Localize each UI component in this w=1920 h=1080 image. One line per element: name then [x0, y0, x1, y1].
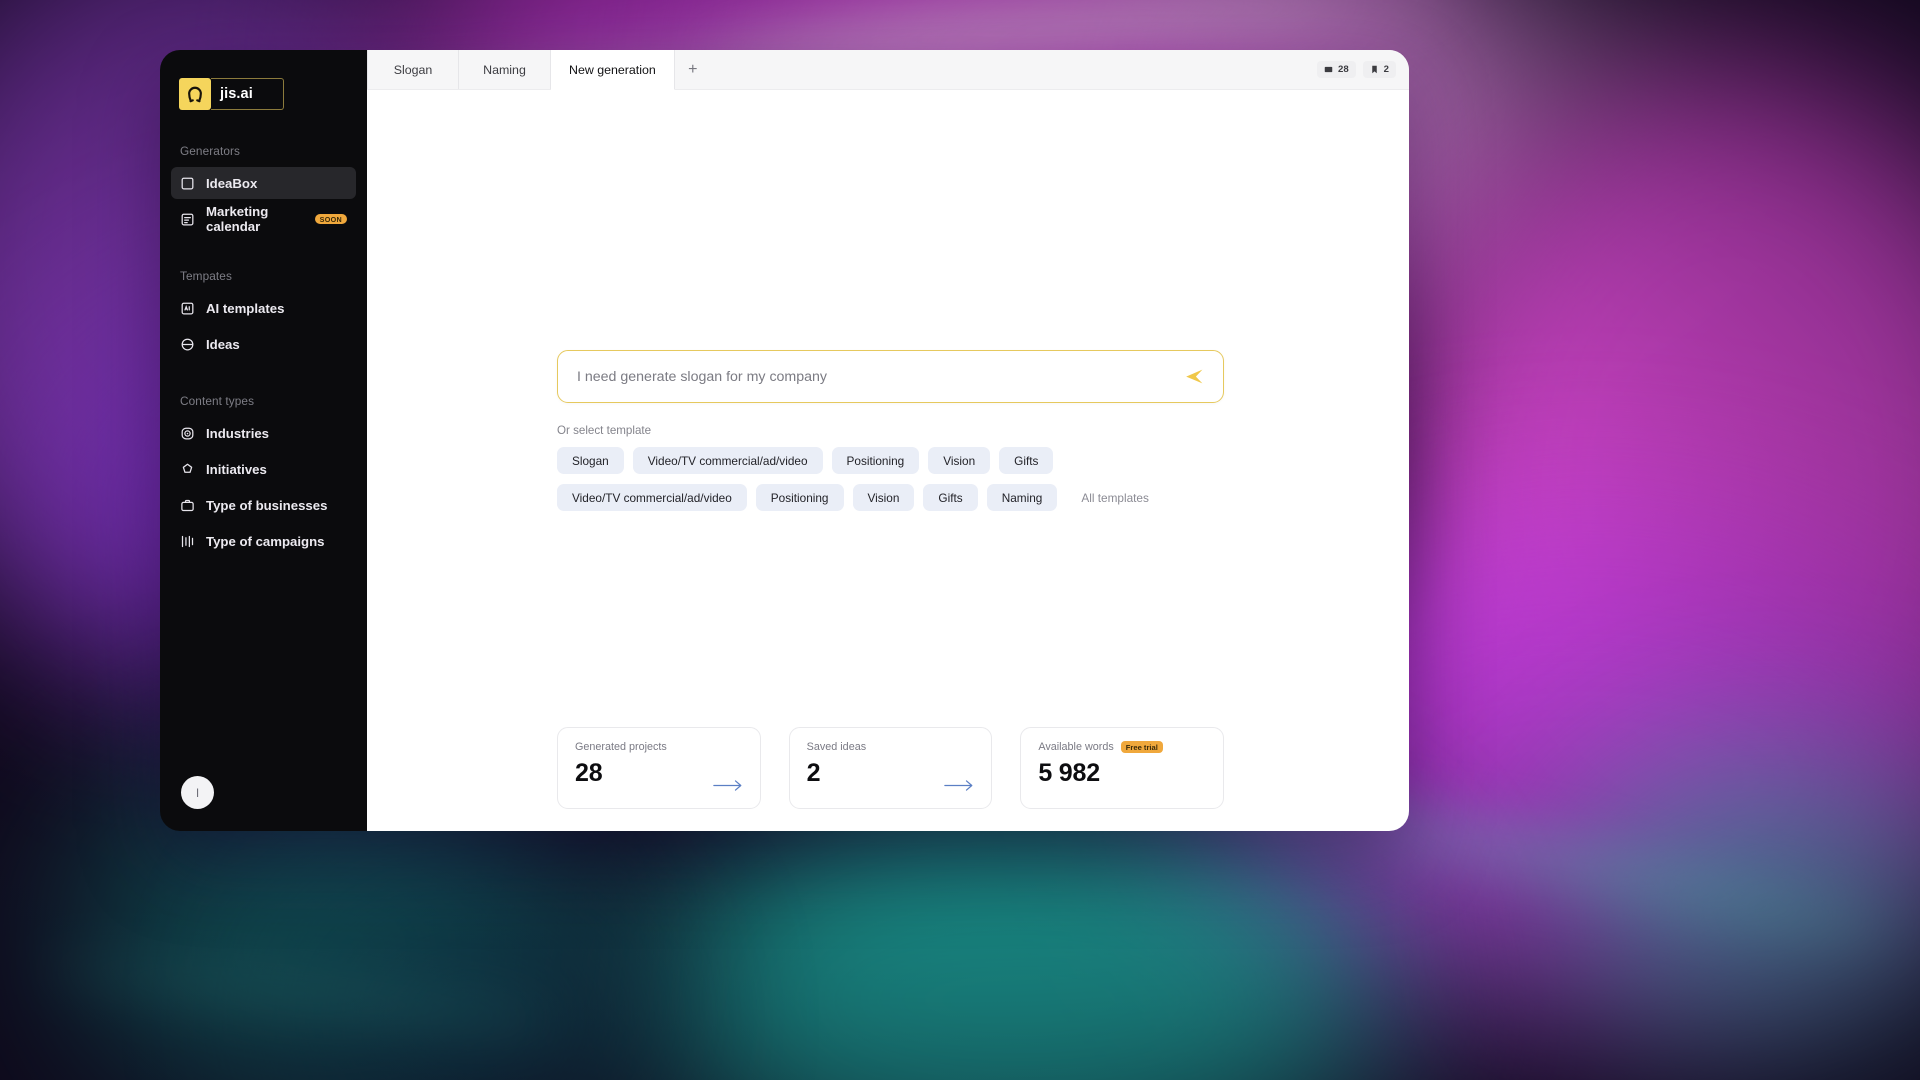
- template-chip[interactable]: Gifts: [999, 447, 1054, 474]
- template-chip-label: Positioning: [846, 453, 905, 468]
- square-icon: [180, 176, 195, 191]
- stat-card-generated-projects[interactable]: Generated projects 28: [557, 727, 761, 809]
- arrow-right-icon[interactable]: [712, 779, 743, 792]
- half-circle-icon: [180, 337, 195, 352]
- nav-group-label-generators: Generators: [180, 144, 241, 158]
- template-chip-label: Gifts: [1014, 453, 1039, 468]
- projects-count-chip[interactable]: 28: [1316, 61, 1356, 78]
- template-chip[interactable]: Slogan: [557, 447, 624, 474]
- all-templates-button[interactable]: All templates: [1066, 484, 1164, 511]
- sidebar-item-label: Industries: [206, 425, 270, 441]
- tab-bar: Slogan Naming New generation + 28 2: [367, 50, 1409, 90]
- stat-card-available-words[interactable]: Available words Free trial 5 982: [1020, 727, 1225, 809]
- sidebar-item-label: Marketing calendar: [206, 204, 269, 234]
- calendar-list-icon: [180, 212, 195, 227]
- ai-card-icon: [180, 301, 195, 316]
- sidebar-item-type-of-campaigns[interactable]: Type of campaigns: [171, 525, 356, 557]
- sidebar-item-label: Ideas: [206, 336, 240, 352]
- template-chip-label: Positioning: [770, 490, 829, 505]
- stat-card-label: Available words: [1038, 741, 1114, 754]
- tab-slogan[interactable]: Slogan: [367, 50, 459, 89]
- template-chip-label: Vision: [867, 490, 900, 505]
- all-templates-label: All templates: [1081, 490, 1149, 505]
- tab-label: Slogan: [393, 62, 433, 77]
- stat-card-value: 5 982: [1038, 759, 1100, 788]
- send-button[interactable]: [1181, 364, 1207, 390]
- template-chip[interactable]: Naming: [986, 484, 1058, 511]
- nav-group-label-tempates: Tempates: [180, 269, 232, 283]
- template-chip[interactable]: Positioning: [831, 447, 920, 474]
- sidebar-item-label: AI templates: [206, 300, 285, 316]
- main-panel: Slogan Naming New generation + 28 2 I ne…: [367, 50, 1409, 831]
- saved-ideas-chip[interactable]: 2: [1362, 61, 1396, 78]
- tab-label: New generation: [569, 62, 656, 77]
- layout-columns-icon: [180, 534, 195, 549]
- brand-logo[interactable]: jis.ai: [179, 78, 284, 110]
- send-arrow-icon: [1184, 366, 1205, 387]
- or-select-template-label: Or select template: [557, 424, 652, 437]
- template-chip-label: Slogan: [572, 453, 609, 468]
- template-chip[interactable]: Video/TV commercial/ad/video: [557, 484, 747, 511]
- projects-count: 28: [1337, 64, 1349, 75]
- soon-badge: SOON: [314, 213, 347, 225]
- stat-card-header: Generated projects: [575, 741, 743, 753]
- atom-icon: [180, 426, 195, 441]
- avatar-initial: I: [195, 785, 200, 800]
- add-tab-button[interactable]: +: [675, 50, 711, 89]
- briefcase-icon: [180, 498, 195, 513]
- template-chip-label: Vision: [943, 453, 976, 468]
- sidebar-item-ideas[interactable]: Ideas: [171, 328, 356, 360]
- template-chip-row-1: Slogan Video/TV commercial/ad/video Posi…: [557, 447, 1224, 474]
- template-chip-label: Naming: [1001, 490, 1043, 505]
- stat-card-saved-ideas[interactable]: Saved ideas 2: [788, 727, 993, 809]
- sidebar-item-ai-templates[interactable]: AI templates: [171, 292, 356, 324]
- sidebar-item-label: Type of campaigns: [206, 533, 325, 549]
- sidebar-item-label: IdeaBox: [206, 175, 258, 191]
- template-chip-label: Video/TV commercial/ad/video: [647, 453, 808, 468]
- stat-card-label: Saved ideas: [806, 741, 867, 753]
- template-chip[interactable]: Positioning: [755, 484, 844, 511]
- stat-card-header: Available words Free trial: [1038, 741, 1206, 754]
- template-chip-label: Gifts: [938, 490, 963, 505]
- prompt-input[interactable]: [577, 368, 1181, 385]
- tab-label: Naming: [483, 62, 526, 77]
- bookmark-icon: [1370, 65, 1379, 74]
- sidebar-item-marketing-calendar[interactable]: Marketing calendar SOON: [171, 203, 356, 235]
- star-outline-icon: [180, 462, 195, 477]
- sidebar-item-label: Initiatives: [206, 461, 267, 477]
- tab-bar-stats: 28 2: [1316, 50, 1409, 89]
- app-window: jis.ai Generators IdeaBox Marketing cale…: [160, 50, 1409, 831]
- nav-group-label-content-types: Content types: [180, 394, 255, 408]
- stats-row: Generated projects 28 Saved ideas 2 Avai…: [557, 727, 1225, 809]
- horseshoe-icon: [179, 78, 211, 110]
- sidebar-item-label: Type of businesses: [206, 497, 328, 513]
- prompt-box[interactable]: [557, 350, 1224, 403]
- sidebar-item-type-of-businesses[interactable]: Type of businesses: [171, 489, 356, 521]
- content-area: Or select template Slogan Video/TV comme…: [367, 90, 1409, 831]
- arrow-right-icon[interactable]: [944, 779, 974, 792]
- projects-icon: [1324, 65, 1333, 74]
- brand-name: jis.ai: [211, 78, 284, 110]
- template-chip-row-2: Video/TV commercial/ad/video Positioning…: [557, 484, 1224, 511]
- composer-zone: Or select template Slogan Video/TV comme…: [557, 350, 1224, 511]
- free-trial-badge: Free trial: [1120, 741, 1163, 754]
- saved-ideas-count: 2: [1383, 64, 1389, 75]
- tab-naming[interactable]: Naming: [459, 50, 551, 89]
- template-chip[interactable]: Video/TV commercial/ad/video: [632, 447, 823, 474]
- sidebar-item-ideabox[interactable]: IdeaBox: [171, 167, 356, 199]
- tab-new-generation[interactable]: New generation: [551, 50, 675, 90]
- stat-card-label: Generated projects: [575, 741, 667, 753]
- avatar[interactable]: I: [181, 776, 214, 809]
- plus-icon: +: [688, 60, 698, 78]
- template-chip[interactable]: Vision: [852, 484, 915, 511]
- stat-card-header: Saved ideas: [807, 741, 975, 753]
- template-chip[interactable]: Vision: [928, 447, 991, 474]
- sidebar-item-industries[interactable]: Industries: [171, 417, 356, 449]
- template-chip[interactable]: Gifts: [923, 484, 978, 511]
- template-chip-label: Video/TV commercial/ad/video: [572, 490, 732, 505]
- sidebar: jis.ai Generators IdeaBox Marketing cale…: [160, 50, 367, 831]
- sidebar-item-initiatives[interactable]: Initiatives: [171, 453, 356, 485]
